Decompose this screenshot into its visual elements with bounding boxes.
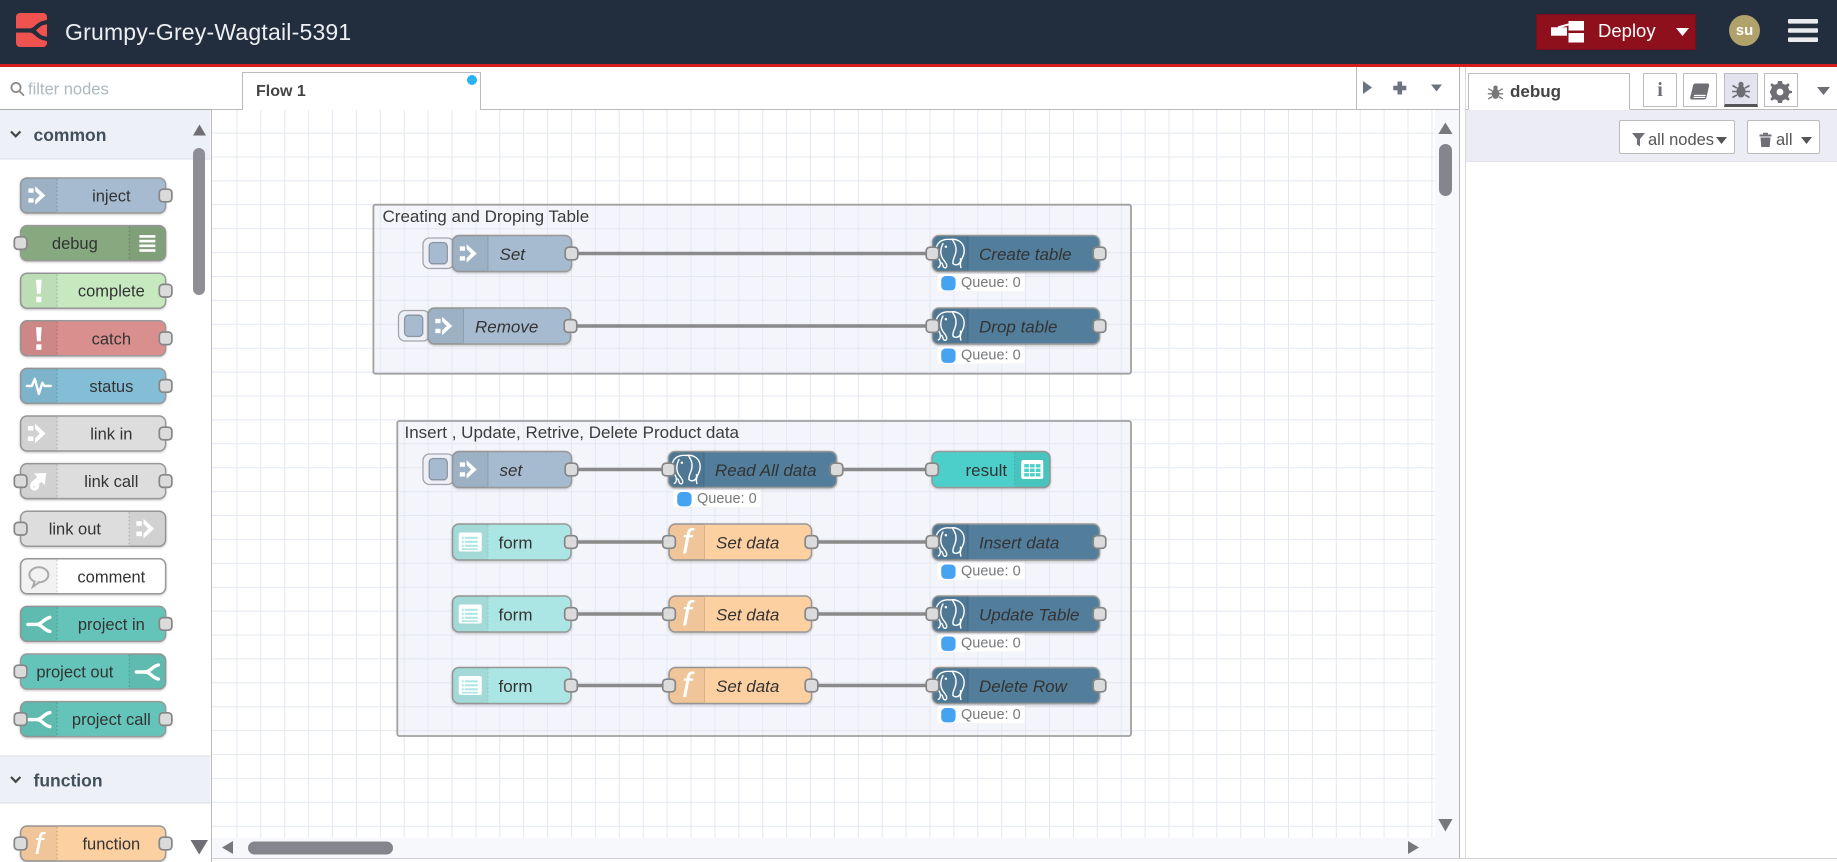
svg-text:comment: comment	[77, 568, 145, 586]
svg-text:Queue: 0: Queue: 0	[961, 563, 1021, 579]
svg-text:Queue: 0: Queue: 0	[697, 491, 757, 507]
svg-text:Read All data: Read All data	[715, 461, 816, 480]
svg-text:Queue: 0: Queue: 0	[961, 635, 1021, 651]
svg-text:catch: catch	[92, 330, 131, 348]
svg-text:Set data: Set data	[716, 677, 779, 696]
svg-text:form: form	[499, 677, 533, 696]
svg-text:set: set	[500, 461, 524, 480]
svg-text:project call: project call	[72, 711, 151, 729]
svg-text:Create table: Create table	[979, 245, 1072, 264]
svg-text:project in: project in	[78, 616, 145, 634]
svg-text:debug: debug	[52, 235, 98, 253]
svg-text:link in: link in	[90, 426, 132, 444]
svg-text:Set: Set	[500, 245, 527, 264]
svg-text:project out: project out	[36, 664, 113, 682]
svg-text:inject: inject	[92, 188, 131, 206]
svg-text:complete: complete	[78, 283, 145, 301]
svg-text:function: function	[82, 836, 140, 854]
svg-text:Set data: Set data	[716, 534, 779, 553]
svg-text:Insert , Update, Retrive, Dele: Insert , Update, Retrive, Delete Product…	[405, 423, 740, 442]
svg-text:Insert data: Insert data	[979, 534, 1059, 553]
svg-text:form: form	[499, 606, 533, 625]
svg-text:Set data: Set data	[716, 606, 779, 625]
svg-text:function: function	[34, 771, 103, 791]
svg-text:common: common	[34, 125, 107, 145]
svg-text:result: result	[966, 461, 1008, 480]
svg-text:Queue: 0: Queue: 0	[961, 347, 1021, 363]
svg-text:link call: link call	[84, 473, 138, 491]
svg-text:Queue: 0: Queue: 0	[961, 275, 1021, 291]
svg-text:Delete Row: Delete Row	[979, 677, 1069, 696]
svg-text:Remove: Remove	[475, 318, 538, 337]
svg-text:Drop table: Drop table	[979, 318, 1057, 337]
svg-text:Update Table: Update Table	[979, 606, 1080, 625]
svg-text:filter nodes: filter nodes	[28, 81, 109, 99]
svg-text:Queue: 0: Queue: 0	[961, 707, 1021, 723]
svg-text:status: status	[89, 378, 133, 396]
svg-text:form: form	[499, 534, 533, 553]
svg-text:link out: link out	[49, 521, 102, 539]
svg-text:Creating and Droping Table: Creating and Droping Table	[383, 207, 590, 226]
